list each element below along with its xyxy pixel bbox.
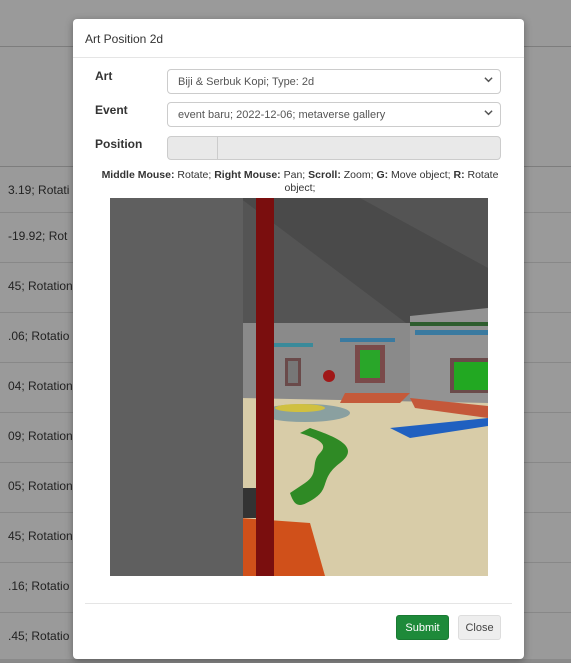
- event-label: Event: [95, 103, 128, 117]
- 3d-viewport[interactable]: [110, 198, 488, 576]
- art-select[interactable]: Biji & Serbuk Kopi; Type: 2d: [167, 69, 501, 94]
- close-button[interactable]: Close: [458, 615, 501, 640]
- event-select-value: event baru; 2022-12-06; metaverse galler…: [178, 109, 386, 121]
- controls-help-text: Middle Mouse: Rotate; Right Mouse: Pan; …: [101, 169, 499, 194]
- chevron-down-icon: [484, 108, 493, 120]
- position-input-1[interactable]: [167, 136, 218, 160]
- art-position-modal: Art Position 2d Art Biji & Serbuk Kopi; …: [73, 19, 524, 659]
- modal-title: Art Position 2d: [85, 32, 164, 46]
- submit-button[interactable]: Submit: [396, 615, 449, 640]
- divider: [73, 57, 524, 58]
- gallery-scene: [110, 198, 488, 576]
- art-select-value: Biji & Serbuk Kopi; Type: 2d: [178, 76, 315, 88]
- position-input-2[interactable]: [217, 136, 501, 160]
- event-select[interactable]: event baru; 2022-12-06; metaverse galler…: [167, 102, 501, 127]
- position-label: Position: [95, 137, 143, 151]
- divider: [85, 603, 512, 604]
- chevron-down-icon: [484, 75, 493, 87]
- art-label: Art: [95, 69, 113, 83]
